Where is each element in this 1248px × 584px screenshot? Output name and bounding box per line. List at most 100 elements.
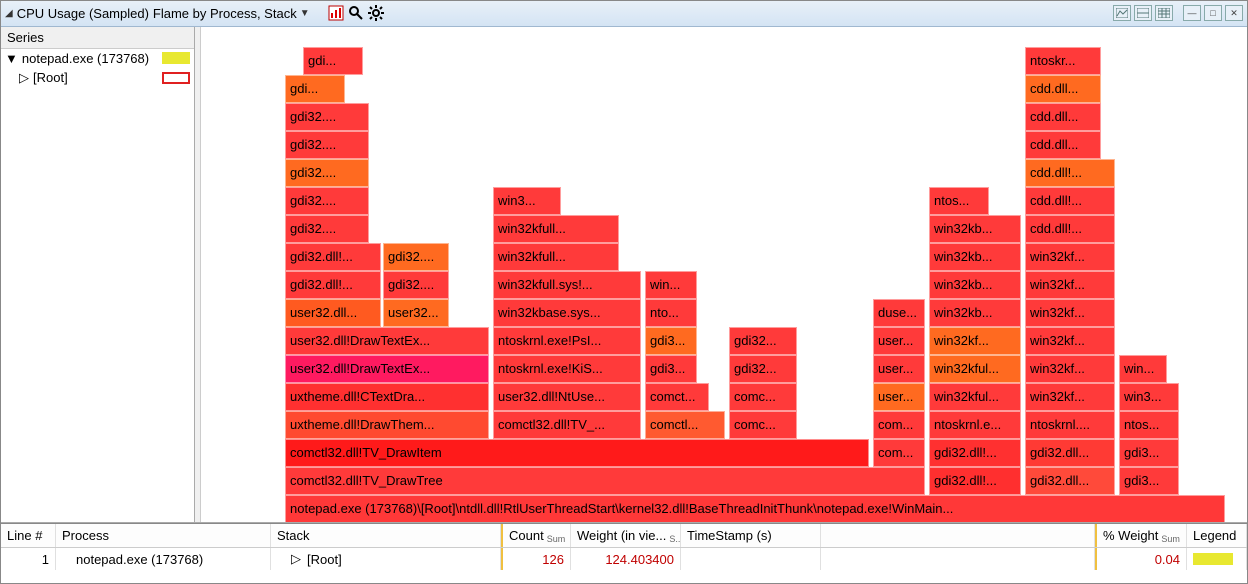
- col-process[interactable]: Process: [56, 524, 271, 547]
- flame-frame[interactable]: user...: [873, 327, 925, 355]
- flame-frame[interactable]: gdi...: [303, 47, 363, 75]
- flame-frame[interactable]: gdi32.dll!...: [285, 271, 381, 299]
- expander-icon[interactable]: ▷: [19, 70, 29, 86]
- flame-frame[interactable]: comct...: [645, 383, 709, 411]
- flame-frame[interactable]: win...: [1119, 355, 1167, 383]
- flame-frame[interactable]: user32.dll!DrawTextEx...: [285, 327, 489, 355]
- search-icon[interactable]: [348, 5, 364, 21]
- flame-frame[interactable]: gdi3...: [645, 327, 697, 355]
- flame-frame[interactable]: ntoskrnl.e...: [929, 411, 1021, 439]
- layout-chart-button[interactable]: [1113, 5, 1131, 21]
- flame-frame[interactable]: win...: [645, 271, 697, 299]
- flame-frame[interactable]: win3...: [1119, 383, 1179, 411]
- flame-frame[interactable]: ntoskrnl....: [1025, 411, 1115, 439]
- col-pweight[interactable]: % WeightSum: [1095, 524, 1187, 547]
- flame-frame[interactable]: gdi3...: [645, 355, 697, 383]
- flame-frame[interactable]: cdd.dll...: [1025, 103, 1101, 131]
- flame-frame[interactable]: cdd.dll!...: [1025, 215, 1115, 243]
- flame-frame[interactable]: user32.dll!DrawTextEx...: [285, 355, 489, 383]
- flame-frame[interactable]: ntoskr...: [1025, 47, 1101, 75]
- col-legend[interactable]: Legend: [1187, 524, 1247, 547]
- flame-frame[interactable]: gdi32....: [285, 103, 369, 131]
- flame-frame[interactable]: ntoskrnl.exe!KiS...: [493, 355, 641, 383]
- flame-frame[interactable]: user...: [873, 383, 925, 411]
- minimize-button[interactable]: ―: [1183, 5, 1201, 21]
- flame-frame[interactable]: comctl...: [645, 411, 725, 439]
- series-item-root[interactable]: ▷ [Root]: [1, 68, 194, 88]
- flame-frame[interactable]: gdi32.dll!...: [285, 243, 381, 271]
- col-stack[interactable]: Stack: [271, 524, 501, 547]
- flame-frame[interactable]: uxtheme.dll!DrawThem...: [285, 411, 489, 439]
- flame-frame[interactable]: ntos...: [929, 187, 989, 215]
- flame-frame[interactable]: comctl32.dll!TV_...: [493, 411, 641, 439]
- flame-frame[interactable]: gdi32....: [285, 215, 369, 243]
- flame-frame[interactable]: win32kfull.sys!...: [493, 271, 641, 299]
- flame-frame[interactable]: gdi3...: [1119, 467, 1179, 495]
- col-weight[interactable]: Weight (in vie...S...: [571, 524, 681, 547]
- flame-frame[interactable]: gdi3...: [1119, 439, 1179, 467]
- flame-frame[interactable]: win32kb...: [929, 243, 1021, 271]
- flame-frame[interactable]: user32.dll!NtUse...: [493, 383, 641, 411]
- flame-frame[interactable]: win3...: [493, 187, 561, 215]
- flame-frame[interactable]: win32kf...: [1025, 327, 1115, 355]
- flame-frame[interactable]: gdi32.dll!...: [929, 467, 1021, 495]
- collapse-triangle-icon[interactable]: ◢: [5, 8, 13, 19]
- flame-frame[interactable]: win32kf...: [929, 327, 1021, 355]
- maximize-button[interactable]: □: [1204, 5, 1222, 21]
- flame-frame[interactable]: comctl32.dll!TV_DrawItem: [285, 439, 869, 467]
- expander-icon[interactable]: ▷: [291, 551, 301, 567]
- flame-frame[interactable]: gdi32....: [383, 243, 449, 271]
- col-count[interactable]: CountSum: [501, 524, 571, 547]
- flame-frame[interactable]: win32kf...: [1025, 271, 1115, 299]
- flame-frame[interactable]: user...: [873, 355, 925, 383]
- flame-frame[interactable]: com...: [873, 411, 925, 439]
- flame-frame[interactable]: ntos...: [1119, 411, 1179, 439]
- flame-frame[interactable]: user32.dll...: [285, 299, 381, 327]
- flame-frame[interactable]: ntoskrnl.exe!PsI...: [493, 327, 641, 355]
- flame-frame[interactable]: win32kb...: [929, 215, 1021, 243]
- flame-frame[interactable]: cdd.dll!...: [1025, 159, 1115, 187]
- flame-frame[interactable]: win32kful...: [929, 355, 1021, 383]
- gear-icon[interactable]: [368, 5, 384, 21]
- flame-frame[interactable]: gdi32.dll...: [1025, 439, 1115, 467]
- flame-frame[interactable]: gdi32....: [285, 131, 369, 159]
- table-row[interactable]: 1 notepad.exe (173768) ▷[Root] 126 124.4…: [1, 548, 1247, 570]
- flame-frame[interactable]: user32...: [383, 299, 449, 327]
- expander-icon[interactable]: ▼: [5, 51, 18, 66]
- flame-frame[interactable]: win32kf...: [1025, 243, 1115, 271]
- flame-frame[interactable]: gdi32...: [729, 327, 797, 355]
- flame-frame[interactable]: gdi32.dll!...: [929, 439, 1021, 467]
- flame-frame[interactable]: gdi32...: [729, 355, 797, 383]
- close-button[interactable]: ✕: [1225, 5, 1243, 21]
- flame-frame[interactable]: win32kf...: [1025, 355, 1115, 383]
- flame-frame[interactable]: comc...: [729, 383, 797, 411]
- flame-frame[interactable]: win32kfull...: [493, 215, 619, 243]
- flame-frame[interactable]: win32kb...: [929, 271, 1021, 299]
- flame-frame[interactable]: gdi32....: [285, 159, 369, 187]
- flame-frame[interactable]: notepad.exe (173768)\[Root]\ntdll.dll!Rt…: [285, 495, 1225, 522]
- layout-table-button[interactable]: [1155, 5, 1173, 21]
- flame-frame[interactable]: uxtheme.dll!CTextDra...: [285, 383, 489, 411]
- flame-frame[interactable]: win32kbase.sys...: [493, 299, 641, 327]
- col-timestamp[interactable]: TimeStamp (s): [681, 524, 821, 547]
- col-line[interactable]: Line #: [1, 524, 56, 547]
- flame-frame[interactable]: com...: [873, 439, 925, 467]
- flame-frame[interactable]: gdi32....: [383, 271, 449, 299]
- flame-frame[interactable]: cdd.dll...: [1025, 75, 1101, 103]
- flame-frame[interactable]: cdd.dll...: [1025, 131, 1101, 159]
- chart-icon[interactable]: [328, 5, 344, 21]
- layout-split-button[interactable]: [1134, 5, 1152, 21]
- flame-frame[interactable]: comc...: [729, 411, 797, 439]
- flame-frame[interactable]: gdi32....: [285, 187, 369, 215]
- view-mode-dropdown[interactable]: Flame by Process, Stack ▼: [153, 6, 310, 21]
- flame-chart[interactable]: notepad.exe (173768)\[Root]\ntdll.dll!Rt…: [201, 27, 1247, 522]
- flame-frame[interactable]: gdi...: [285, 75, 345, 103]
- series-item-notepad[interactable]: ▼ notepad.exe (173768): [1, 49, 194, 68]
- flame-frame[interactable]: gdi32.dll...: [1025, 467, 1115, 495]
- flame-frame[interactable]: win32kf...: [1025, 383, 1115, 411]
- flame-frame[interactable]: comctl32.dll!TV_DrawTree: [285, 467, 925, 495]
- flame-frame[interactable]: nto...: [645, 299, 697, 327]
- flame-frame[interactable]: duse...: [873, 299, 925, 327]
- flame-frame[interactable]: win32kb...: [929, 299, 1021, 327]
- flame-frame[interactable]: win32kful...: [929, 383, 1021, 411]
